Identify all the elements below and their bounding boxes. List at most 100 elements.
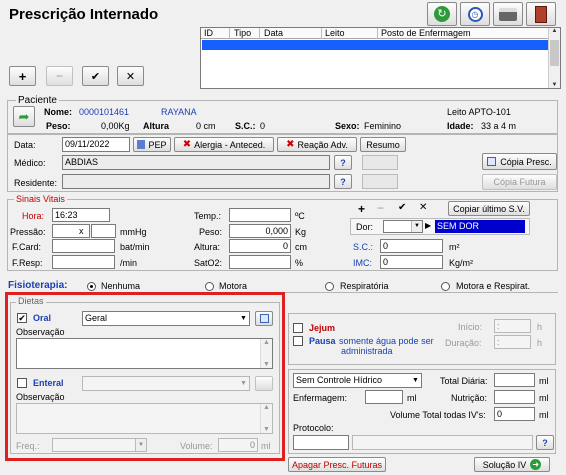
sv-remove-button[interactable]: − <box>377 201 384 215</box>
total-diaria-field[interactable] <box>494 373 535 387</box>
copia-presc-button[interactable]: Cópia Presc. <box>482 153 557 170</box>
enteral-obs-textarea[interactable]: ▲ ▼ <box>16 403 273 434</box>
grid-header-data[interactable]: Data <box>264 28 283 38</box>
sexo-label: Sexo: <box>335 121 360 131</box>
imc-unit: Kg/m² <box>449 258 474 268</box>
pressao-sistolica-field[interactable] <box>52 224 90 238</box>
fcard-field[interactable] <box>52 239 115 253</box>
peso-sv-field[interactable]: 0,000 <box>229 224 291 238</box>
imc-field[interactable]: 0 <box>380 255 443 269</box>
enteral-select[interactable] <box>82 376 250 391</box>
residente-field[interactable] <box>62 174 330 189</box>
sc-sv-field[interactable]: 0 <box>380 239 443 253</box>
hora-field[interactable]: 16:23 <box>52 208 110 222</box>
timer-icon: ◷ <box>467 6 483 22</box>
imc-label: IMC: <box>353 258 372 268</box>
select-patient-button[interactable]: ➦ <box>13 106 35 127</box>
total-diaria-unit: ml <box>539 376 549 386</box>
controle-hidrico-select[interactable]: Sem Controle Hídrico <box>293 373 422 388</box>
oral-obs-textarea[interactable]: ▲ ▼ <box>16 338 273 369</box>
oral-lookup-button[interactable] <box>255 311 273 326</box>
sato2-unit: % <box>295 258 304 268</box>
altura-sv-label: Altura: <box>194 242 221 252</box>
red-x-icon: ✖ <box>182 139 192 150</box>
nutricao-field[interactable] <box>494 390 535 404</box>
protocolo-lookup-button[interactable]: ? <box>536 435 554 450</box>
confirm-button[interactable]: ✔ <box>82 66 109 86</box>
grid-header-posto[interactable]: Posto de Enfermagem <box>381 28 471 38</box>
medico-field[interactable]: ABDIAS <box>62 155 330 170</box>
jejum-checkbox[interactable] <box>293 323 303 333</box>
medico-lookup-button[interactable]: ? <box>334 155 352 170</box>
sv-cancel-button[interactable]: ✕ <box>419 202 427 213</box>
grid-header-tipo[interactable]: Tipo <box>234 28 251 38</box>
grid-scrollbar[interactable]: ▲ ▼ <box>548 28 560 88</box>
grid-header-id[interactable]: ID <box>204 28 213 38</box>
document-icon <box>137 140 146 149</box>
fisio-option-motora-respirat[interactable] <box>441 282 450 291</box>
cancel-button[interactable]: ✕ <box>117 66 144 86</box>
fisio-option-motora[interactable] <box>205 282 214 291</box>
pressao-x: x <box>79 226 84 236</box>
enteral-select-arrow[interactable]: ▼ <box>238 377 249 390</box>
duracao-h: h <box>537 338 543 348</box>
dor-select[interactable]: ▼ <box>383 220 423 233</box>
residente-lookup-button[interactable]: ? <box>334 174 352 189</box>
add-button[interactable]: + <box>9 66 36 86</box>
total-diaria-label: Total Diária: <box>440 376 488 386</box>
alergia-button[interactable]: ✖ Alergia - Anteced. <box>174 137 274 152</box>
alergia-label: Alergia - Anteced. <box>194 139 266 150</box>
sv-add-button[interactable]: + <box>358 202 365 216</box>
copiar-ultimo-sv-button[interactable]: Copiar último S.V. <box>448 201 530 216</box>
fisio-option-nenhuma[interactable] <box>87 282 96 291</box>
exit-button[interactable] <box>526 2 556 26</box>
protocolo-desc-field[interactable] <box>352 435 533 450</box>
oral-checkbox[interactable]: ✔ <box>17 313 27 323</box>
duracao-field[interactable]: : <box>494 335 531 349</box>
nutricao-unit: ml <box>539 393 549 403</box>
resumo-button[interactable]: Resumo <box>360 137 406 152</box>
oral-select[interactable]: Geral <box>82 311 250 326</box>
protocolo-label: Protocolo: <box>293 423 334 433</box>
freq-select[interactable]: ▼ <box>52 438 147 452</box>
print-button[interactable] <box>493 2 523 26</box>
remove-button[interactable]: − <box>46 66 73 86</box>
sato2-field[interactable] <box>229 255 291 269</box>
grid-selected-row[interactable] <box>202 40 548 50</box>
fresp-field[interactable] <box>52 255 115 269</box>
red-x-icon: ✖ <box>286 139 295 150</box>
fcard-unit: bat/min <box>120 242 150 252</box>
oral-label: Oral <box>33 313 52 323</box>
temp-field[interactable] <box>229 208 291 222</box>
protocolo-code-field[interactable] <box>293 435 349 450</box>
reacao-button[interactable]: ✖ Reação Adv. <box>277 137 357 152</box>
altura-sv-field[interactable]: 0 <box>229 239 291 253</box>
jejum-label: Jejum <box>309 323 336 333</box>
paciente-group <box>7 100 558 134</box>
inicio-field[interactable]: : <box>494 319 531 333</box>
oral-select-arrow[interactable]: ▼ <box>238 312 249 325</box>
timer-button[interactable]: ◷ <box>460 2 490 26</box>
prescription-grid[interactable]: ID Tipo Data Leito Posto de Enfermagem ▲… <box>200 27 561 89</box>
data-label: Data: <box>14 140 36 150</box>
pausa-checkbox[interactable] <box>293 336 303 346</box>
sv-confirm-button[interactable]: ✔ <box>398 202 406 213</box>
page-title: Prescrição Internado <box>9 6 159 23</box>
controle-hidrico-arrow[interactable]: ▼ <box>410 374 421 387</box>
pep-button[interactable]: PEP <box>133 137 171 152</box>
data-field[interactable]: 09/11/2022 <box>62 137 130 152</box>
copia-futura-button[interactable]: Cópia Futura <box>482 174 557 190</box>
refresh-button[interactable]: ↻ <box>427 2 457 26</box>
solucao-iv-button[interactable]: Solução IV ➜ <box>474 457 550 472</box>
pressao-diastolica-field[interactable] <box>91 224 116 238</box>
enfermagem-field[interactable] <box>365 390 403 404</box>
nome-label: Nome: <box>44 107 73 117</box>
volume-field[interactable]: 0 <box>218 438 258 452</box>
apagar-presc-futuras-button[interactable]: Apagar Presc. Futuras <box>288 457 386 472</box>
paciente-legend: Paciente <box>16 95 59 106</box>
fisio-option-respiratoria[interactable] <box>325 282 334 291</box>
grid-header-leito[interactable]: Leito <box>325 28 345 38</box>
enteral-lookup-button[interactable] <box>255 376 273 391</box>
volume-total-field[interactable]: 0 <box>494 407 535 421</box>
enteral-checkbox[interactable] <box>17 378 27 388</box>
